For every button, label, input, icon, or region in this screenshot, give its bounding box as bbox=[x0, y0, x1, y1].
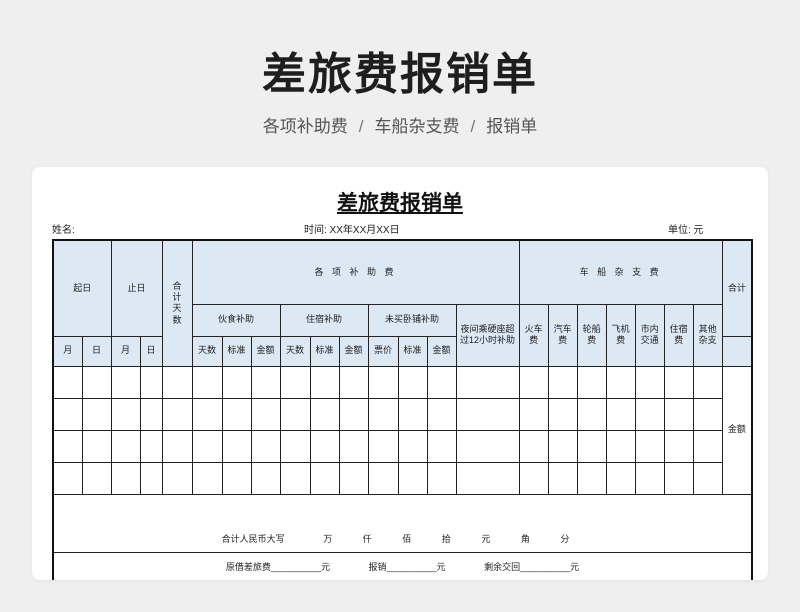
misc-fee-header: 其他杂支 bbox=[692, 303, 723, 367]
lodging-subsidy-header: 住宿补助 bbox=[279, 303, 369, 337]
standard-header: 标准 bbox=[397, 335, 428, 367]
breadcrumb: 各项补助费 / 车船杂支费 / 报销单 bbox=[0, 112, 800, 137]
days-header: 天数 bbox=[279, 335, 311, 367]
start-date-header: 起日 bbox=[52, 239, 112, 337]
amount-header: 金额 bbox=[338, 335, 369, 367]
day-header: 日 bbox=[139, 335, 163, 367]
meal-subsidy-header: 伙食补助 bbox=[191, 303, 281, 337]
vehicle-group-header: 车 船 杂 支 费 bbox=[518, 239, 723, 305]
unit-label: 单位: 元 bbox=[668, 225, 704, 236]
fare-header: 票价 bbox=[367, 335, 399, 367]
reimburse-label: 报销__________元 bbox=[368, 562, 446, 573]
unit-bai: 佰 bbox=[402, 534, 412, 545]
end-date-header: 止日 bbox=[110, 239, 163, 337]
bus-fee-header: 汽车费 bbox=[547, 303, 578, 367]
train-fee-header: 火车费 bbox=[518, 303, 549, 367]
ship-fee-header: 轮船费 bbox=[576, 303, 607, 367]
breadcrumb-item[interactable]: 报销单 bbox=[486, 117, 537, 136]
table-row: 金额 bbox=[52, 365, 753, 495]
city-transport-header: 市内交通 bbox=[634, 303, 665, 367]
breadcrumb-item[interactable]: 车船杂支费 bbox=[375, 117, 460, 136]
hotel-fee-header: 住宿费 bbox=[663, 303, 694, 367]
days-header: 天数 bbox=[191, 335, 223, 367]
amount-header: 金额 bbox=[250, 335, 281, 367]
unit-jiao: 角 bbox=[520, 534, 530, 545]
advance-label: 原借差旅费__________元 bbox=[225, 562, 330, 573]
table-row bbox=[52, 461, 752, 495]
plane-fee-header: 飞机费 bbox=[605, 303, 636, 367]
sleeper-subsidy-header: 未买卧铺补助 bbox=[367, 303, 457, 337]
unit-shi: 拾 bbox=[441, 534, 451, 545]
unit-wan: 万 bbox=[323, 534, 333, 545]
remaining-label: 剩余交回__________元 bbox=[484, 562, 580, 573]
standard-header: 标准 bbox=[221, 335, 252, 367]
total-header: 合计 bbox=[721, 239, 753, 337]
total-amount-label: 金额 bbox=[721, 365, 753, 495]
night-subsidy-header: 夜间乘硬座超过12小时补助 bbox=[455, 303, 520, 367]
total-rmb-row[interactable]: 合计人民币大写 万 仟 佰 拾 元 角 分 bbox=[52, 493, 753, 553]
standard-header: 标准 bbox=[309, 335, 340, 367]
name-label: 姓名: bbox=[52, 225, 75, 236]
unit-yuan: 元 bbox=[481, 534, 491, 545]
preview-card: 差旅费报销单 姓名: 时间: XX年XX月XX日 单位: 元 起日 止日 合计天… bbox=[32, 167, 768, 580]
sheet-title: 差旅费报销单 bbox=[337, 192, 463, 215]
breadcrumb-item[interactable]: 各项补助费 bbox=[263, 117, 348, 136]
month-header: 月 bbox=[52, 335, 83, 367]
expense-table: 起日 止日 合计天数 各 项 补 助 费 车 船 杂 支 费 合计 伙食补助 住… bbox=[52, 239, 754, 580]
month-header: 月 bbox=[110, 335, 141, 367]
table-row bbox=[52, 397, 752, 431]
breadcrumb-separator: / bbox=[470, 117, 476, 136]
total-days-header: 合计天数 bbox=[161, 239, 193, 367]
amount-header: 金额 bbox=[426, 335, 457, 367]
total-sub-header bbox=[721, 335, 753, 367]
page-title: 差旅费报销单 bbox=[262, 50, 538, 99]
total-rmb-label: 合计人民币大写 bbox=[221, 534, 285, 545]
breadcrumb-separator: / bbox=[358, 117, 364, 136]
advance-row[interactable]: 原借差旅费__________元 报销__________元 剩余交回_____… bbox=[52, 551, 753, 580]
time-label: 时间: XX年XX月XX日 bbox=[304, 225, 400, 236]
table-row bbox=[52, 429, 752, 463]
unit-qian: 仟 bbox=[362, 534, 372, 545]
unit-fen: 分 bbox=[560, 534, 570, 545]
day-header: 日 bbox=[81, 335, 112, 367]
subsidy-group-header: 各 项 补 助 费 bbox=[191, 239, 520, 305]
